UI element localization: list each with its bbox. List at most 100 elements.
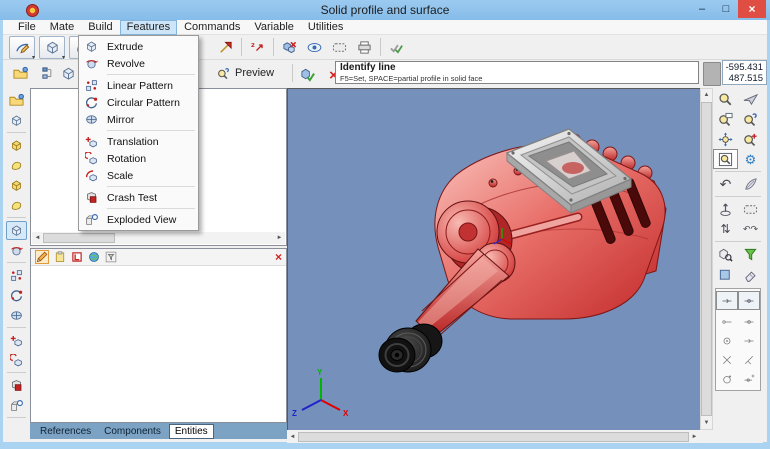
verify-checks-icon[interactable] bbox=[384, 36, 409, 58]
plane-view-icon[interactable] bbox=[713, 264, 738, 284]
point-flag-icon[interactable] bbox=[213, 36, 238, 58]
linear-pattern-icon[interactable] bbox=[6, 266, 27, 285]
vertical-pan-icon[interactable]: ⇅ bbox=[713, 219, 738, 239]
menu-item-circular-pattern[interactable]: Circular Pattern bbox=[80, 94, 197, 111]
tab-entities[interactable]: Entities bbox=[169, 424, 214, 439]
tree-horizontal-scrollbar[interactable]: ◄ ► bbox=[32, 232, 285, 244]
dimension-arrow-icon[interactable]: ²↗ bbox=[245, 36, 270, 58]
apply-button[interactable] bbox=[295, 63, 320, 85]
menu-item-linear-pattern[interactable]: Linear Pattern bbox=[80, 77, 197, 94]
dynamic-view-icon[interactable] bbox=[738, 89, 763, 109]
panel-close-button[interactable]: × bbox=[275, 251, 282, 263]
snap-tangent-icon[interactable] bbox=[716, 369, 738, 388]
snap-nearest-icon[interactable] bbox=[738, 369, 760, 388]
snap-end-icon[interactable] bbox=[716, 312, 738, 331]
view-settings-icon[interactable]: ⚙ bbox=[738, 149, 763, 169]
open-file-icon[interactable] bbox=[8, 62, 33, 84]
view-cube-icon[interactable] bbox=[713, 244, 738, 264]
zoom-box-icon[interactable] bbox=[713, 149, 738, 169]
menu-item-rotation[interactable]: Rotation bbox=[80, 150, 197, 167]
extrude-icon[interactable] bbox=[6, 221, 27, 240]
move-axis-icon[interactable] bbox=[713, 199, 738, 219]
selection-rect-icon[interactable] bbox=[327, 36, 352, 58]
scroll-down-arrow[interactable]: ▼ bbox=[701, 417, 712, 429]
scroll-right-arrow[interactable]: ► bbox=[274, 232, 285, 244]
menu-item-mirror[interactable]: Mirror bbox=[80, 111, 197, 128]
menu-item-extrude[interactable]: Extrude bbox=[80, 38, 197, 55]
clipboard-icon[interactable] bbox=[54, 251, 66, 263]
menu-item-scale[interactable]: Scale bbox=[80, 167, 197, 184]
world-icon[interactable] bbox=[88, 251, 100, 263]
entities-panel[interactable]: × bbox=[30, 248, 287, 423]
prompt-box[interactable]: Identify line F5=Set, SPACE=partial prof… bbox=[335, 61, 699, 84]
loft-icon[interactable] bbox=[6, 176, 27, 195]
menu-variable[interactable]: Variable bbox=[247, 21, 301, 34]
snap-perpendicular-icon[interactable] bbox=[738, 350, 760, 369]
viewport-horizontal-scrollbar[interactable]: ◄ ► bbox=[287, 430, 700, 443]
scroll-right-arrow[interactable]: ► bbox=[689, 431, 700, 443]
delete-solid-icon[interactable] bbox=[277, 36, 302, 58]
viewport-canvas[interactable]: Y X Z bbox=[287, 88, 700, 430]
solid-cube-icon[interactable] bbox=[6, 111, 27, 130]
zoom-icon[interactable] bbox=[713, 89, 738, 109]
menu-utilities[interactable]: Utilities bbox=[301, 21, 350, 34]
scroll-left-arrow[interactable]: ◄ bbox=[32, 232, 43, 244]
menu-file[interactable]: File bbox=[11, 21, 43, 34]
minimize-button[interactable]: – bbox=[690, 0, 714, 18]
snap-intersection-icon[interactable] bbox=[716, 350, 738, 369]
crash-test-icon[interactable] bbox=[6, 376, 27, 395]
erase-icon[interactable] bbox=[738, 264, 763, 284]
translation-icon[interactable] bbox=[6, 331, 27, 350]
render-icon[interactable] bbox=[738, 174, 763, 194]
scroll-thumb[interactable] bbox=[298, 432, 689, 442]
undo-view-icon[interactable]: ↶ bbox=[713, 174, 738, 194]
scroll-thumb[interactable] bbox=[43, 233, 115, 243]
scroll-thumb[interactable] bbox=[701, 102, 712, 416]
extrude-face-icon[interactable] bbox=[6, 136, 27, 155]
scroll-up-arrow[interactable]: ▲ bbox=[701, 89, 712, 101]
chamfer-icon[interactable] bbox=[6, 156, 27, 175]
title-bar[interactable]: Solid profile and surface – □ × bbox=[0, 0, 770, 20]
edit-pencil-icon[interactable] bbox=[35, 250, 49, 264]
menu-build[interactable]: Build bbox=[81, 21, 119, 34]
menu-commands[interactable]: Commands bbox=[177, 21, 247, 34]
solid-cube-button[interactable] bbox=[39, 36, 65, 59]
preview-button[interactable]: Preview bbox=[211, 63, 280, 83]
print-icon[interactable] bbox=[352, 36, 377, 58]
mirror-icon[interactable] bbox=[6, 306, 27, 325]
snap-constraint-icon[interactable] bbox=[738, 291, 760, 310]
snap-profile-icon[interactable] bbox=[716, 291, 738, 310]
exploded-view-icon[interactable] bbox=[6, 396, 27, 415]
open-file-icon[interactable] bbox=[6, 91, 27, 110]
menu-mate[interactable]: Mate bbox=[43, 21, 81, 34]
view-eye-icon[interactable] bbox=[302, 36, 327, 58]
revolve-icon[interactable] bbox=[6, 241, 27, 260]
sketch-button[interactable] bbox=[9, 36, 35, 59]
menu-features[interactable]: Features bbox=[120, 20, 177, 35]
pan-icon[interactable] bbox=[713, 129, 738, 149]
zoom-window-icon[interactable] bbox=[713, 109, 738, 129]
zoom-previous-icon[interactable] bbox=[738, 109, 763, 129]
menu-item-exploded-view[interactable]: Exploded View bbox=[80, 211, 197, 228]
circular-pattern-icon[interactable] bbox=[6, 286, 27, 305]
scroll-left-arrow[interactable]: ◄ bbox=[287, 431, 298, 443]
prompt-options-button[interactable] bbox=[703, 62, 721, 86]
undo-redo-icon[interactable]: ↶↷ bbox=[738, 219, 763, 239]
selection-rect-icon[interactable] bbox=[738, 199, 763, 219]
snap-center-icon[interactable] bbox=[716, 331, 738, 350]
rotation-icon[interactable] bbox=[6, 351, 27, 370]
tab-components[interactable]: Components bbox=[99, 425, 166, 438]
close-button[interactable]: × bbox=[738, 0, 766, 18]
sweep-icon[interactable] bbox=[6, 196, 27, 215]
snap-horizontal-icon[interactable] bbox=[738, 331, 760, 350]
menu-item-revolve[interactable]: Revolve bbox=[80, 55, 197, 72]
tab-references[interactable]: References bbox=[35, 425, 96, 438]
viewport-vertical-scrollbar[interactable]: ▲ ▼ bbox=[700, 88, 713, 430]
menu-item-translation[interactable]: Translation bbox=[80, 133, 197, 150]
filter-icon[interactable] bbox=[105, 251, 117, 263]
zoom-in-icon[interactable] bbox=[738, 129, 763, 149]
menu-item-crash-test[interactable]: Crash Test bbox=[80, 189, 197, 206]
filter-entities-icon[interactable] bbox=[738, 244, 763, 264]
log-icon[interactable] bbox=[71, 251, 83, 263]
snap-mid-icon[interactable] bbox=[738, 312, 760, 331]
